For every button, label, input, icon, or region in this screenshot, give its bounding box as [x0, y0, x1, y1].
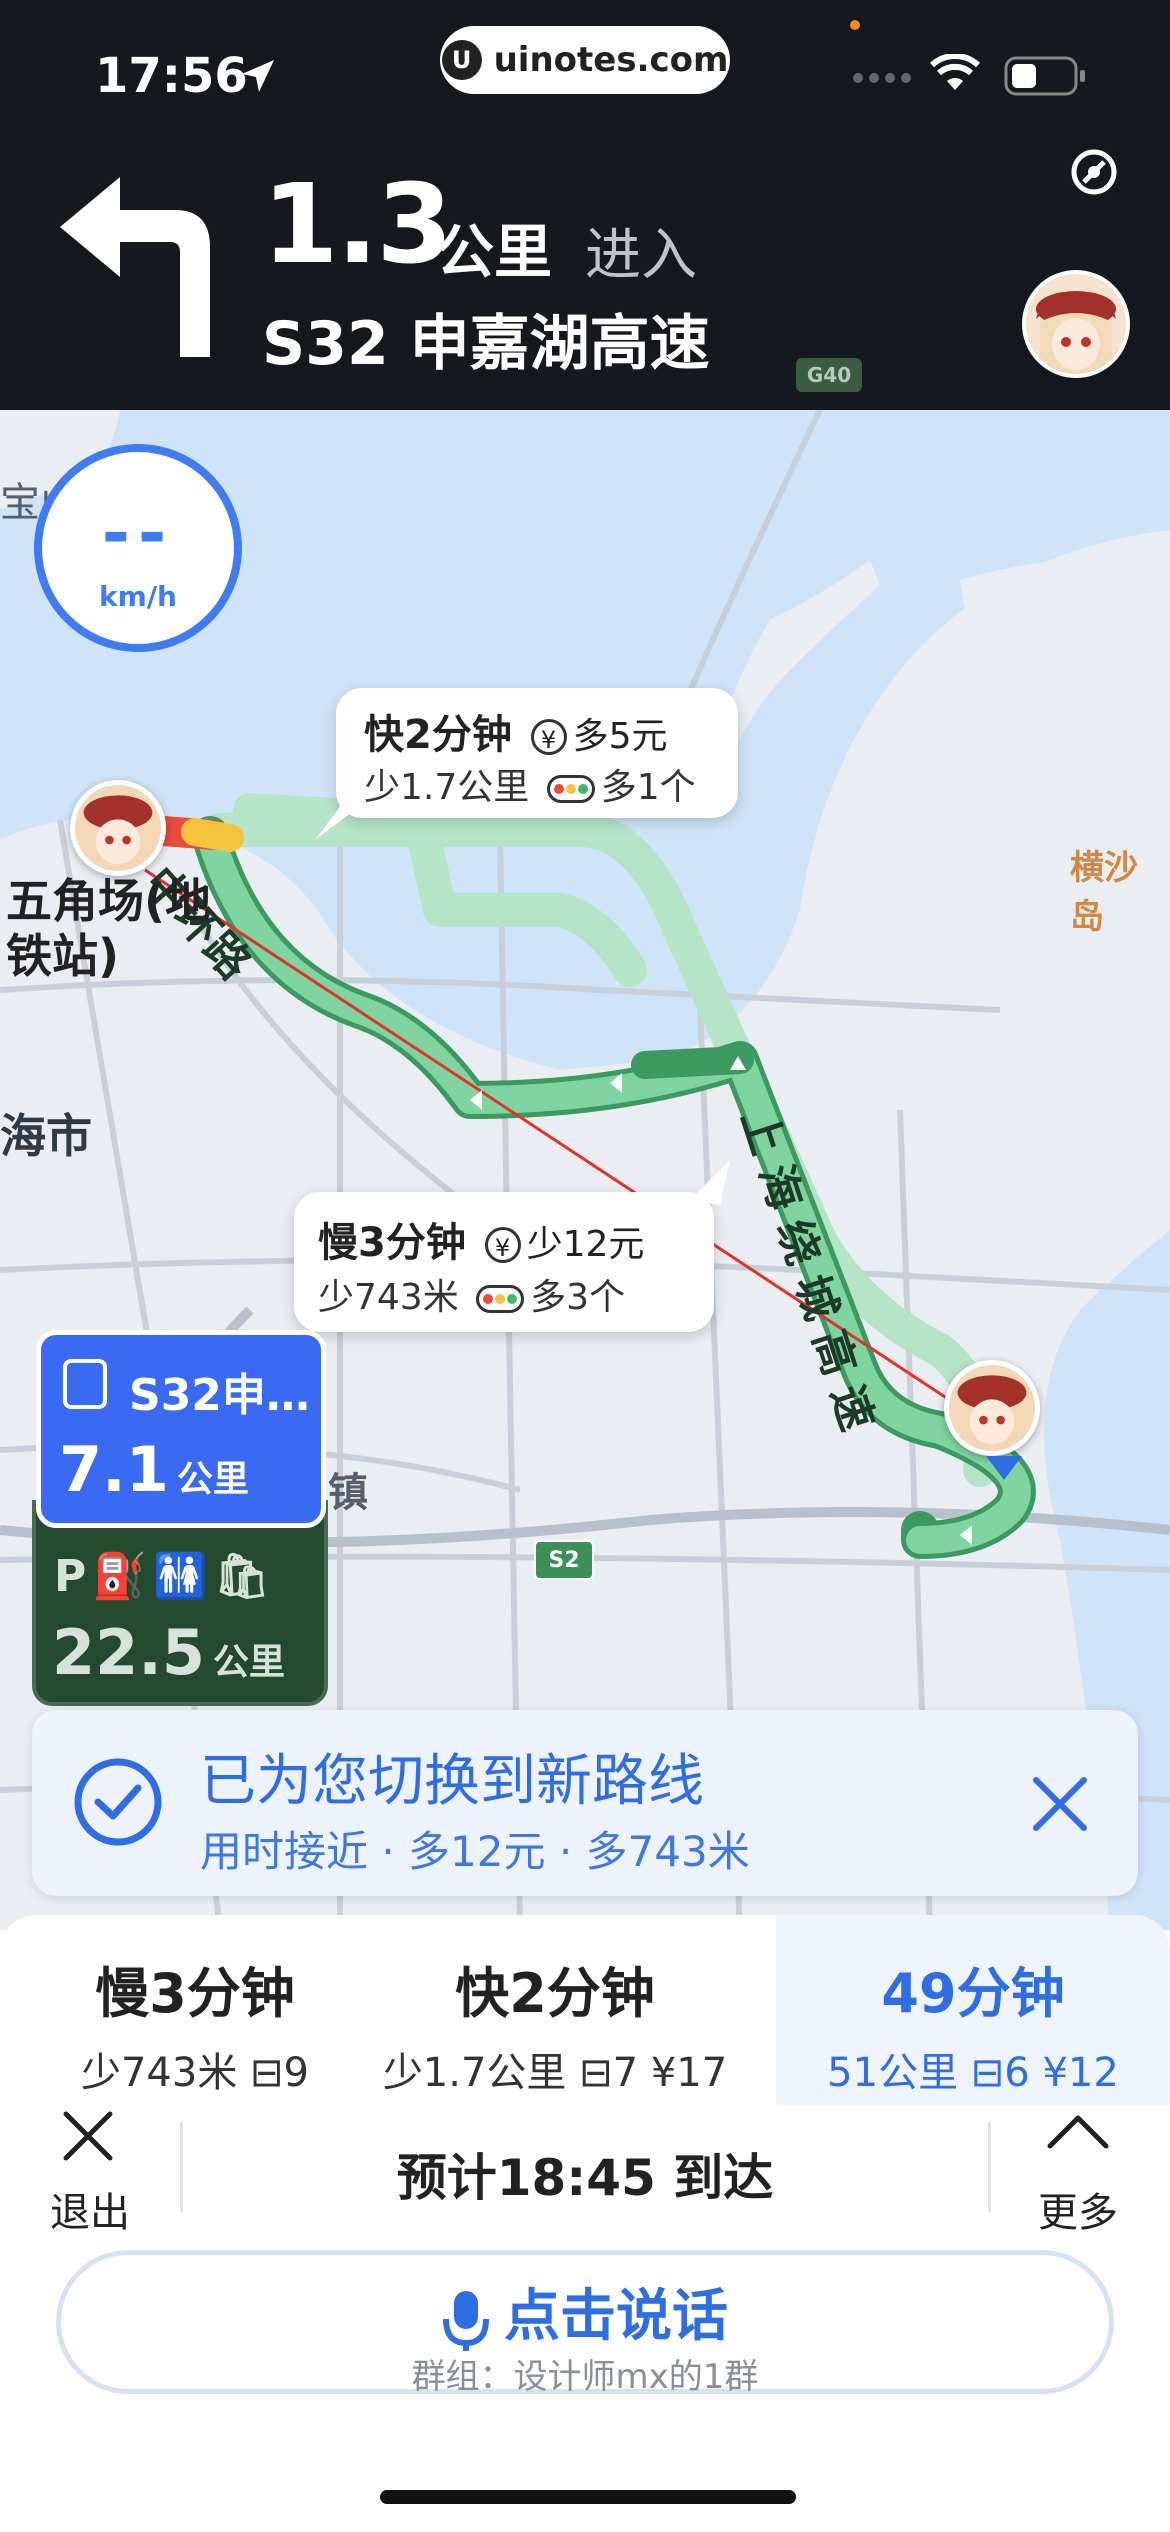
slow-route-time: 慢3分钟: [318, 1220, 466, 1266]
fast-route-lights: 多1个: [600, 767, 696, 808]
slow-route-lights: 多3个: [530, 1277, 626, 1318]
check-circle-icon: [74, 1758, 162, 1846]
battery-icon: [1004, 56, 1085, 96]
map-label-place-2: 铁站): [6, 929, 120, 983]
notice-title: 已为您切换到新路线: [200, 1749, 704, 1814]
route-option-detail: 51公里 ⊟6 ¥12: [827, 2050, 1119, 2096]
slow-route-distance: 少743米: [318, 1277, 459, 1318]
url-pill[interactable]: U uinotes.com: [440, 26, 730, 94]
site-logo-icon: U: [441, 40, 482, 80]
speed-value: --: [101, 494, 175, 573]
fast-route-distance: 少1.7公里: [364, 767, 530, 808]
home-indicator[interactable]: [380, 2490, 796, 2504]
service-area-card[interactable]: P⛽🚻🛍 22.5 公里: [32, 1500, 328, 1706]
route-option-title: 快2分钟: [455, 1962, 655, 2025]
slow-route-bubble[interactable]: 慢3分钟 ¥ 少12元 少743米 多3个: [294, 1192, 714, 1332]
map-label-island: 横沙岛: [1070, 848, 1138, 937]
traffic-light-icon: [476, 1285, 525, 1313]
avatar-character-icon: [1026, 274, 1126, 374]
cellular-signal-icon: [853, 73, 911, 83]
chevron-up-icon[interactable]: [1046, 2112, 1110, 2152]
route-option-title: 49分钟: [881, 1962, 1065, 2025]
service-area-unit: 公里: [212, 1642, 285, 1683]
fast-route-cost: 多5元: [572, 716, 668, 757]
more-button[interactable]: 更多: [1038, 2180, 1118, 2238]
traffic-light-icon: [546, 775, 595, 803]
gps-signal-icon[interactable]: [1068, 146, 1120, 198]
current-position-pin[interactable]: [944, 1360, 1040, 1456]
route-option-slow[interactable]: 慢3分钟 少743米 ⊟9: [0, 1949, 390, 2096]
route-switch-notice: 已为您切换到新路线 用时接近 · 多12元 · 多743米: [32, 1710, 1138, 1896]
maneuver-distance-unit: 公里: [436, 218, 553, 286]
navigation-header: 17:56 U uinotes.com 1.3 公里 进入 S32 申嘉湖高速: [0, 0, 1170, 410]
user-avatar[interactable]: [1022, 270, 1130, 378]
turn-left-arrow-icon: [60, 177, 210, 357]
toll-icon: ¥: [484, 1227, 521, 1263]
url-text: uinotes.com: [493, 40, 729, 80]
divider: [988, 2122, 991, 2212]
road-sign-g40: G40: [796, 358, 862, 392]
eta-text: 预计18:45 到达: [396, 2149, 774, 2207]
highway-exit-card[interactable]: S32申… 7.1 公里: [36, 1330, 326, 1528]
fast-route-time: 快2分钟: [364, 712, 512, 758]
maneuver-distance: 1.3: [262, 160, 453, 288]
toll-icon: ¥: [530, 719, 567, 755]
slow-route-cost: 少12元: [526, 1224, 645, 1265]
maneuver-action: 进入: [585, 223, 697, 288]
road-sign-s2: S2: [534, 1540, 594, 1580]
start-position-pin[interactable]: [70, 780, 166, 876]
privacy-dot: [850, 20, 860, 30]
microphone-icon: [443, 2290, 489, 2351]
route-option-fast[interactable]: 快2分钟 少1.7公里 ⊟7 ¥17: [360, 1949, 750, 2096]
road-name: S32 申嘉湖高速: [262, 309, 710, 379]
heading-arrow-icon: [986, 1456, 1022, 1480]
voice-group-label: 群组：设计师mx的1群: [411, 2357, 759, 2397]
route-option-current[interactable]: 49分钟 51公里 ⊟6 ¥12: [776, 1915, 1170, 2105]
speed-unit: km/h: [99, 580, 177, 613]
route-option-detail: 少743米 ⊟9: [80, 2050, 310, 2096]
highway-exit-name: S32申…: [129, 1370, 310, 1421]
character-start-icon: [83, 795, 153, 865]
close-icon[interactable]: [1028, 1772, 1092, 1836]
map-label-city: 海市: [0, 1109, 92, 1163]
highway-sign-icon: [63, 1359, 107, 1409]
highway-exit-distance: 7.1: [59, 1433, 169, 1506]
notice-subtitle: 用时接近 · 多12元 · 多743米: [200, 1827, 750, 1876]
character-current-icon: [957, 1375, 1027, 1445]
fast-route-bubble[interactable]: 快2分钟 ¥ 多5元 少1.7公里 多1个: [336, 688, 738, 818]
wifi-icon: [930, 54, 980, 90]
status-time: 17:56: [95, 48, 248, 104]
voice-talk-button[interactable]: 点击说话 群组：设计师mx的1群: [56, 2250, 1114, 2397]
voice-main-label: 点击说话: [504, 2284, 728, 2349]
route-option-title: 慢3分钟: [95, 1962, 295, 2025]
highway-exit-unit: 公里: [176, 1459, 249, 1500]
service-area-distance: 22.5: [52, 1616, 205, 1689]
route-option-detail: 少1.7公里 ⊟7 ¥17: [382, 2050, 728, 2096]
bottom-panel: 慢3分钟 少743米 ⊟9 快2分钟 少1.7公里 ⊟7 ¥17 49分钟 51…: [0, 1915, 1170, 2532]
service-facilities-icons: P⛽🚻🛍: [54, 1551, 276, 1602]
map-label-town: 镇: [328, 1470, 368, 1516]
speed-indicator: -- km/h: [34, 444, 242, 652]
location-arrow-icon: [242, 60, 274, 92]
bubble-tail: [690, 1160, 730, 1205]
bubble-tail: [315, 800, 355, 840]
